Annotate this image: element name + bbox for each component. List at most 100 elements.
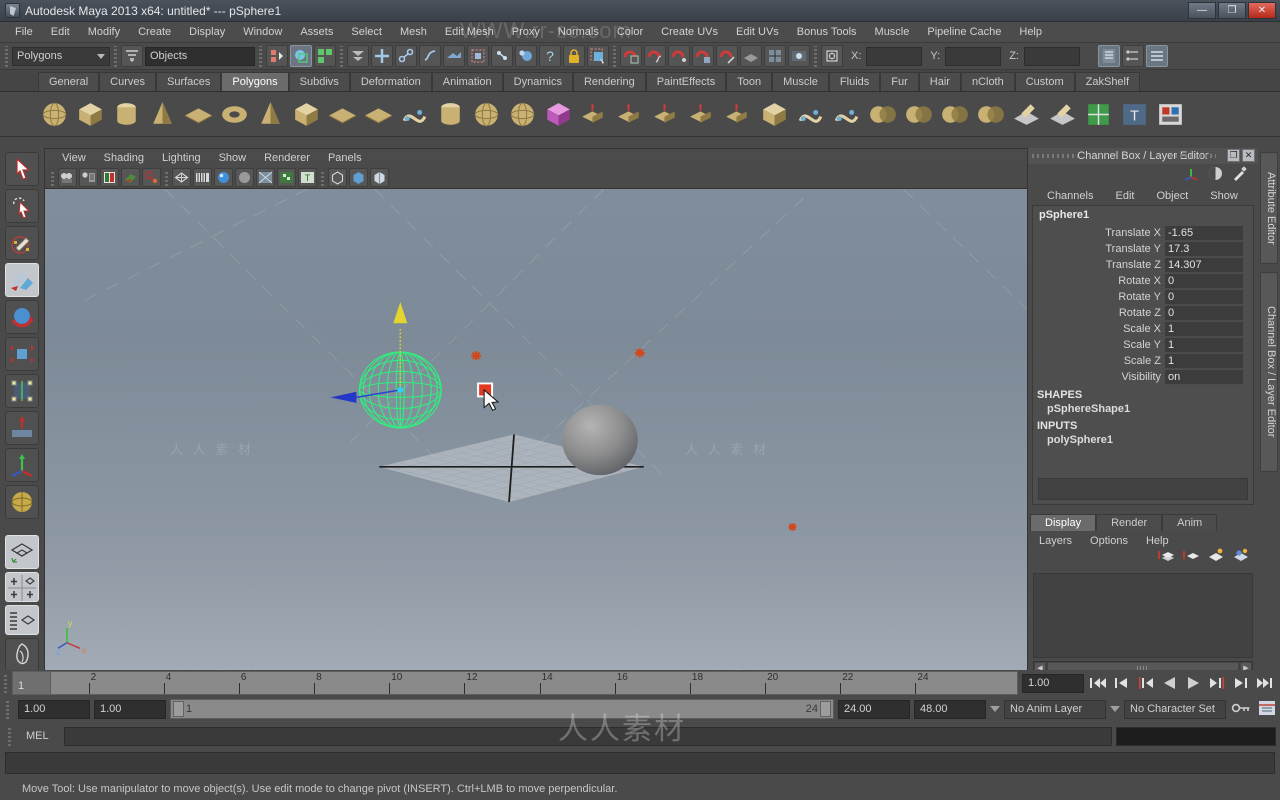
shelf-tab-deformation[interactable]: Deformation [349, 72, 432, 91]
range-slider-grip[interactable] [2, 699, 14, 719]
smooth-shade-all-icon[interactable] [214, 168, 233, 187]
menu-select[interactable]: Select [342, 22, 391, 42]
maximize-button[interactable]: ❐ [1218, 2, 1246, 19]
coord-y-field[interactable] [945, 46, 1002, 66]
channel-box-menu-edit[interactable]: Edit [1104, 190, 1145, 202]
display-toggle-icon[interactable] [370, 168, 389, 187]
coord-x-field[interactable] [866, 46, 923, 66]
shelf-tab-polygons[interactable]: Polygons [221, 72, 289, 91]
shelf-tab-dynamics[interactable]: Dynamics [502, 72, 573, 91]
poly-combine-icon[interactable] [902, 98, 935, 131]
channel-value[interactable]: 0 [1165, 289, 1243, 305]
command-language-label[interactable]: MEL [20, 730, 60, 742]
channel-box-menu-object[interactable]: Object [1145, 190, 1199, 202]
poly-bevel-icon[interactable] [614, 98, 647, 131]
keyframe-clock-icon[interactable] [1207, 165, 1224, 185]
poly-quaddraw-icon[interactable] [1046, 98, 1079, 131]
magnet-view-icon[interactable] [692, 45, 714, 67]
poly-sphere-icon[interactable] [38, 98, 71, 131]
four-view-layout-button[interactable] [5, 572, 39, 602]
channel-row[interactable]: Translate Y 17.3 [1033, 241, 1253, 257]
poly-disc-icon[interactable] [326, 98, 359, 131]
character-set-selector[interactable]: No Character Set [1124, 699, 1226, 719]
help-question-icon[interactable]: ? [539, 45, 561, 67]
play-forwards-icon[interactable] [1183, 673, 1204, 693]
playback-frame-field[interactable]: 1.00 [1022, 673, 1084, 693]
tab-attribute-editor[interactable]: Attribute Editor [1260, 152, 1278, 264]
magnet-point-icon[interactable] [668, 45, 690, 67]
wireframe-on-shaded-icon[interactable] [256, 168, 275, 187]
eyedropper-icon[interactable] [1231, 165, 1248, 185]
menu-edit[interactable]: Edit [42, 22, 79, 42]
shelf-tab-general[interactable]: General [38, 72, 100, 91]
play-backwards-icon[interactable] [1159, 673, 1180, 693]
poly-smooth-icon[interactable] [938, 98, 971, 131]
channel-row[interactable]: Scale Y 1 [1033, 337, 1253, 353]
menu-create-uvs[interactable]: Create UVs [652, 22, 727, 42]
menu-normals[interactable]: Normals [549, 22, 608, 42]
menu-modify[interactable]: Modify [79, 22, 129, 42]
channel-box-attribute-list[interactable]: pSphere1 Translate X -1.65 Translate Y 17.3… [1032, 205, 1254, 505]
menu-create[interactable]: Create [129, 22, 180, 42]
magnet-curve-icon[interactable] [644, 45, 666, 67]
make-live-icon[interactable] [491, 45, 513, 67]
shelf-tab-custom[interactable]: Custom [1014, 72, 1075, 91]
channel-section-item[interactable]: pSphereShape1 [1033, 402, 1253, 416]
viewport-menu-lighting[interactable]: Lighting [153, 149, 210, 167]
shelf-tab-fluids[interactable]: Fluids [828, 72, 881, 91]
shelf-tab-toon[interactable]: Toon [726, 72, 773, 91]
selection-hierarchy-icon[interactable] [121, 45, 143, 67]
menu-file[interactable]: File [6, 22, 42, 42]
statusline-grip[interactable] [3, 45, 10, 67]
panel-close-icon[interactable]: ✕ [1242, 149, 1255, 162]
move-tool-button[interactable] [5, 263, 39, 297]
poly-extrude-icon[interactable] [578, 98, 611, 131]
help-line-input[interactable] [5, 752, 1275, 774]
channel-value[interactable]: 1 [1165, 321, 1243, 337]
menu-display[interactable]: Display [180, 22, 234, 42]
poly-sphere2-icon[interactable] [470, 98, 503, 131]
single-perspective-layout-button[interactable] [5, 535, 39, 569]
smooth-shade-icon[interactable] [193, 168, 212, 187]
statusline-grip-2[interactable] [112, 45, 119, 67]
statusline-grip-3[interactable] [257, 45, 264, 67]
selection-toggle-icon[interactable] [587, 45, 609, 67]
poly-text-icon[interactable]: T [1118, 98, 1151, 131]
channel-row[interactable]: Translate Z 14.307 [1033, 257, 1253, 273]
shelf-tab-zakshelf[interactable]: ZakShelf [1074, 72, 1141, 91]
playback-start-time-field[interactable]: 1.00 [94, 699, 166, 719]
shelf-tab-surfaces[interactable]: Surfaces [155, 72, 222, 91]
poly-connect-icon[interactable] [794, 98, 827, 131]
playback-end-time-field[interactable]: 24.00 [838, 699, 910, 719]
channel-value[interactable]: 1 [1165, 353, 1243, 369]
new-layer-from-selected-icon[interactable] [1157, 548, 1175, 567]
channel-row[interactable]: Visibility on [1033, 369, 1253, 385]
range-slider-bar[interactable]: 1 24 [170, 699, 834, 719]
outliner-persp-layout-button[interactable] [5, 605, 39, 635]
channel-row[interactable]: Translate X -1.65 [1033, 225, 1253, 241]
go-to-start-icon[interactable] [1087, 673, 1108, 693]
layer-editor-tab-anim[interactable]: Anim [1162, 514, 1218, 531]
magnet-grid-icon[interactable] [620, 45, 642, 67]
statusline-grip-6[interactable] [812, 45, 819, 67]
channel-row[interactable]: Rotate Y 0 [1033, 289, 1253, 305]
poly-helix-icon[interactable] [398, 98, 431, 131]
poly-cube-icon[interactable] [74, 98, 107, 131]
viewport-menu-renderer[interactable]: Renderer [255, 149, 319, 167]
viewport-3d-scene[interactable]: y x z 人 人 素 材 人 人 素 材 人 人 素 材 人 人 素 材 人 … [45, 189, 1027, 677]
menu-edit-mesh[interactable]: Edit Mesh [436, 22, 503, 42]
step-back-key-icon[interactable] [1111, 673, 1132, 693]
snap-to-grid-icon[interactable] [371, 45, 393, 67]
lasso-select-tool-button[interactable] [5, 189, 39, 223]
layer-editor-tab-display[interactable]: Display [1030, 514, 1097, 531]
poly-sculpt-icon[interactable] [1010, 98, 1043, 131]
range-handle-left[interactable] [173, 701, 184, 717]
text-icon[interactable]: T [298, 168, 317, 187]
animation-end-time-field[interactable]: 48.00 [914, 699, 986, 719]
menu-pipeline-cache[interactable]: Pipeline Cache [918, 22, 1010, 42]
snap-to-point-icon[interactable] [419, 45, 441, 67]
step-back-frame-icon[interactable] [1135, 673, 1156, 693]
shelf-tab-fur[interactable]: Fur [880, 72, 919, 91]
snap-to-projected-center-icon[interactable] [443, 45, 465, 67]
menu-color[interactable]: Color [608, 22, 652, 42]
